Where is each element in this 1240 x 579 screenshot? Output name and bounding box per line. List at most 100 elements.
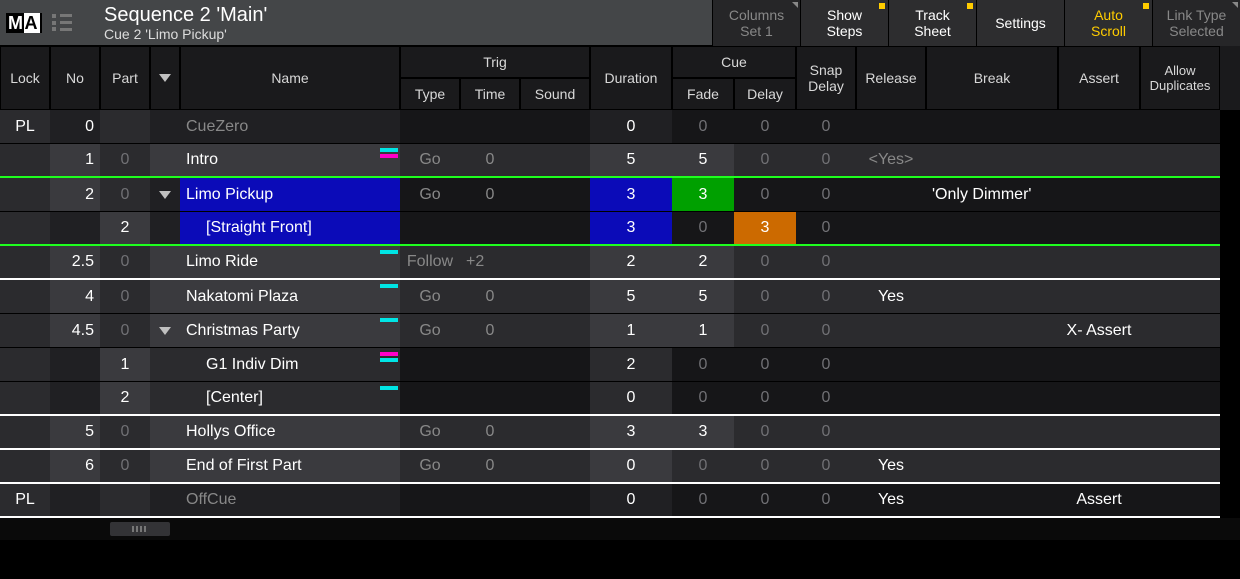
trig-type-cell[interactable]: Go bbox=[400, 450, 460, 484]
col-part[interactable]: Part bbox=[100, 46, 150, 110]
horizontal-scrollbar[interactable] bbox=[0, 518, 1240, 540]
col-name[interactable]: Name bbox=[180, 46, 400, 110]
fade-cell[interactable]: 5 bbox=[672, 144, 734, 178]
name-cell[interactable]: Hollys Office bbox=[180, 416, 400, 450]
lock-cell[interactable] bbox=[0, 416, 50, 450]
trig-type-cell[interactable]: Follow bbox=[400, 246, 460, 280]
part-cell[interactable]: 2 bbox=[100, 382, 150, 416]
snap-delay-cell[interactable]: 0 bbox=[796, 246, 856, 280]
assert-cell[interactable] bbox=[1058, 178, 1140, 212]
allow-dup-cell[interactable] bbox=[1140, 246, 1220, 280]
trig-time-cell[interactable]: 0 bbox=[460, 178, 520, 212]
allow-dup-cell[interactable] bbox=[1140, 314, 1220, 348]
expand-cell[interactable] bbox=[150, 110, 180, 144]
break-cell[interactable] bbox=[926, 144, 1058, 178]
col-duration[interactable]: Duration bbox=[590, 46, 672, 110]
cue-row[interactable]: 4.50Christmas PartyGo01100X- Assert bbox=[0, 314, 1240, 348]
delay-cell[interactable]: 0 bbox=[734, 348, 796, 382]
auto-scroll-button[interactable]: Auto Scroll bbox=[1064, 0, 1152, 46]
lock-cell[interactable]: PL bbox=[0, 484, 50, 518]
lock-cell[interactable]: PL bbox=[0, 110, 50, 144]
trig-type-cell[interactable] bbox=[400, 348, 460, 382]
cue-row[interactable]: 50Hollys OfficeGo03300 bbox=[0, 416, 1240, 450]
break-cell[interactable] bbox=[926, 416, 1058, 450]
trig-time-cell[interactable]: 0 bbox=[460, 314, 520, 348]
name-cell[interactable]: CueZero bbox=[180, 110, 400, 144]
expand-cell[interactable] bbox=[150, 280, 180, 314]
snap-delay-cell[interactable]: 0 bbox=[796, 178, 856, 212]
name-cell[interactable]: Limo Ride bbox=[180, 246, 400, 280]
cue-row[interactable]: 20Limo PickupGo03300'Only Dimmer' bbox=[0, 178, 1240, 212]
duration-cell[interactable]: 0 bbox=[590, 484, 672, 518]
break-cell[interactable] bbox=[926, 246, 1058, 280]
duration-cell[interactable]: 0 bbox=[590, 382, 672, 416]
trig-type-cell[interactable]: Go bbox=[400, 280, 460, 314]
col-trig-sound[interactable]: Sound bbox=[520, 78, 590, 110]
allow-dup-cell[interactable] bbox=[1140, 280, 1220, 314]
snap-delay-cell[interactable]: 0 bbox=[796, 484, 856, 518]
break-cell[interactable] bbox=[926, 314, 1058, 348]
duration-cell[interactable]: 0 bbox=[590, 450, 672, 484]
no-cell[interactable] bbox=[50, 382, 100, 416]
delay-cell[interactable]: 0 bbox=[734, 416, 796, 450]
lock-cell[interactable] bbox=[0, 144, 50, 178]
allow-dup-cell[interactable] bbox=[1140, 450, 1220, 484]
trig-time-cell[interactable]: 0 bbox=[460, 416, 520, 450]
release-cell[interactable]: Yes bbox=[856, 484, 926, 518]
snap-delay-cell[interactable]: 0 bbox=[796, 450, 856, 484]
expand-cell[interactable] bbox=[150, 348, 180, 382]
assert-cell[interactable] bbox=[1058, 144, 1140, 178]
lock-cell[interactable] bbox=[0, 348, 50, 382]
trig-type-cell[interactable] bbox=[400, 382, 460, 416]
snap-delay-cell[interactable]: 0 bbox=[796, 280, 856, 314]
duration-cell[interactable]: 3 bbox=[590, 178, 672, 212]
cue-row[interactable]: PL0CueZero0000 bbox=[0, 110, 1240, 144]
name-cell[interactable]: Intro bbox=[180, 144, 400, 178]
no-cell[interactable] bbox=[50, 484, 100, 518]
trig-sound-cell[interactable] bbox=[520, 212, 590, 246]
duration-cell[interactable]: 0 bbox=[590, 110, 672, 144]
duration-cell[interactable]: 5 bbox=[590, 280, 672, 314]
delay-cell[interactable]: 3 bbox=[734, 212, 796, 246]
duration-cell[interactable]: 1 bbox=[590, 314, 672, 348]
trig-sound-cell[interactable] bbox=[520, 314, 590, 348]
expand-cell[interactable] bbox=[150, 178, 180, 212]
trig-time-cell[interactable] bbox=[460, 110, 520, 144]
trig-sound-cell[interactable] bbox=[520, 110, 590, 144]
delay-cell[interactable]: 0 bbox=[734, 314, 796, 348]
trig-time-cell[interactable] bbox=[460, 212, 520, 246]
snap-delay-cell[interactable]: 0 bbox=[796, 144, 856, 178]
expand-cell[interactable] bbox=[150, 416, 180, 450]
name-cell[interactable]: End of First Part bbox=[180, 450, 400, 484]
col-trig[interactable]: Trig bbox=[400, 46, 590, 78]
break-cell[interactable]: 'Only Dimmer' bbox=[926, 178, 1058, 212]
assert-cell[interactable]: X- Assert bbox=[1058, 314, 1140, 348]
fade-cell[interactable]: 2 bbox=[672, 246, 734, 280]
fade-cell[interactable]: 1 bbox=[672, 314, 734, 348]
trig-sound-cell[interactable] bbox=[520, 416, 590, 450]
snap-delay-cell[interactable]: 0 bbox=[796, 416, 856, 450]
list-icon[interactable] bbox=[52, 13, 74, 33]
no-cell[interactable]: 4 bbox=[50, 280, 100, 314]
name-cell[interactable]: [Center] bbox=[180, 382, 400, 416]
break-cell[interactable] bbox=[926, 450, 1058, 484]
release-cell[interactable] bbox=[856, 416, 926, 450]
delay-cell[interactable]: 0 bbox=[734, 450, 796, 484]
part-cell[interactable]: 0 bbox=[100, 144, 150, 178]
assert-cell[interactable]: Assert bbox=[1058, 484, 1140, 518]
title-block[interactable]: Sequence 2 'Main' Cue 2 'Limo Pickup' bbox=[100, 0, 712, 45]
lock-cell[interactable] bbox=[0, 450, 50, 484]
assert-cell[interactable] bbox=[1058, 246, 1140, 280]
lock-cell[interactable] bbox=[0, 178, 50, 212]
release-cell[interactable] bbox=[856, 246, 926, 280]
trig-sound-cell[interactable] bbox=[520, 246, 590, 280]
no-cell[interactable] bbox=[50, 348, 100, 382]
name-cell[interactable]: Nakatomi Plaza bbox=[180, 280, 400, 314]
allow-dup-cell[interactable] bbox=[1140, 348, 1220, 382]
lock-cell[interactable] bbox=[0, 314, 50, 348]
part-cell[interactable] bbox=[100, 110, 150, 144]
expand-cell[interactable] bbox=[150, 382, 180, 416]
break-cell[interactable] bbox=[926, 212, 1058, 246]
assert-cell[interactable] bbox=[1058, 450, 1140, 484]
trig-sound-cell[interactable] bbox=[520, 450, 590, 484]
